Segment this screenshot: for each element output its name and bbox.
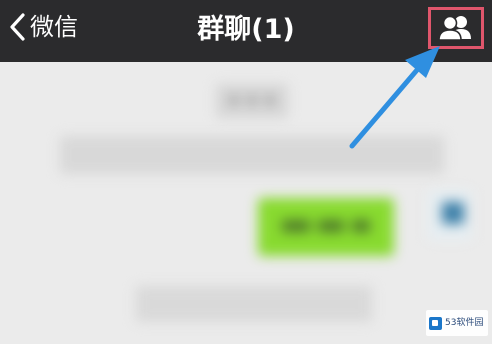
watermark-text: 53软件园 [445,318,484,328]
annotation-arrow [349,46,440,149]
watermark: 53软件园 [426,310,488,336]
watermark-logo-icon [429,316,442,330]
